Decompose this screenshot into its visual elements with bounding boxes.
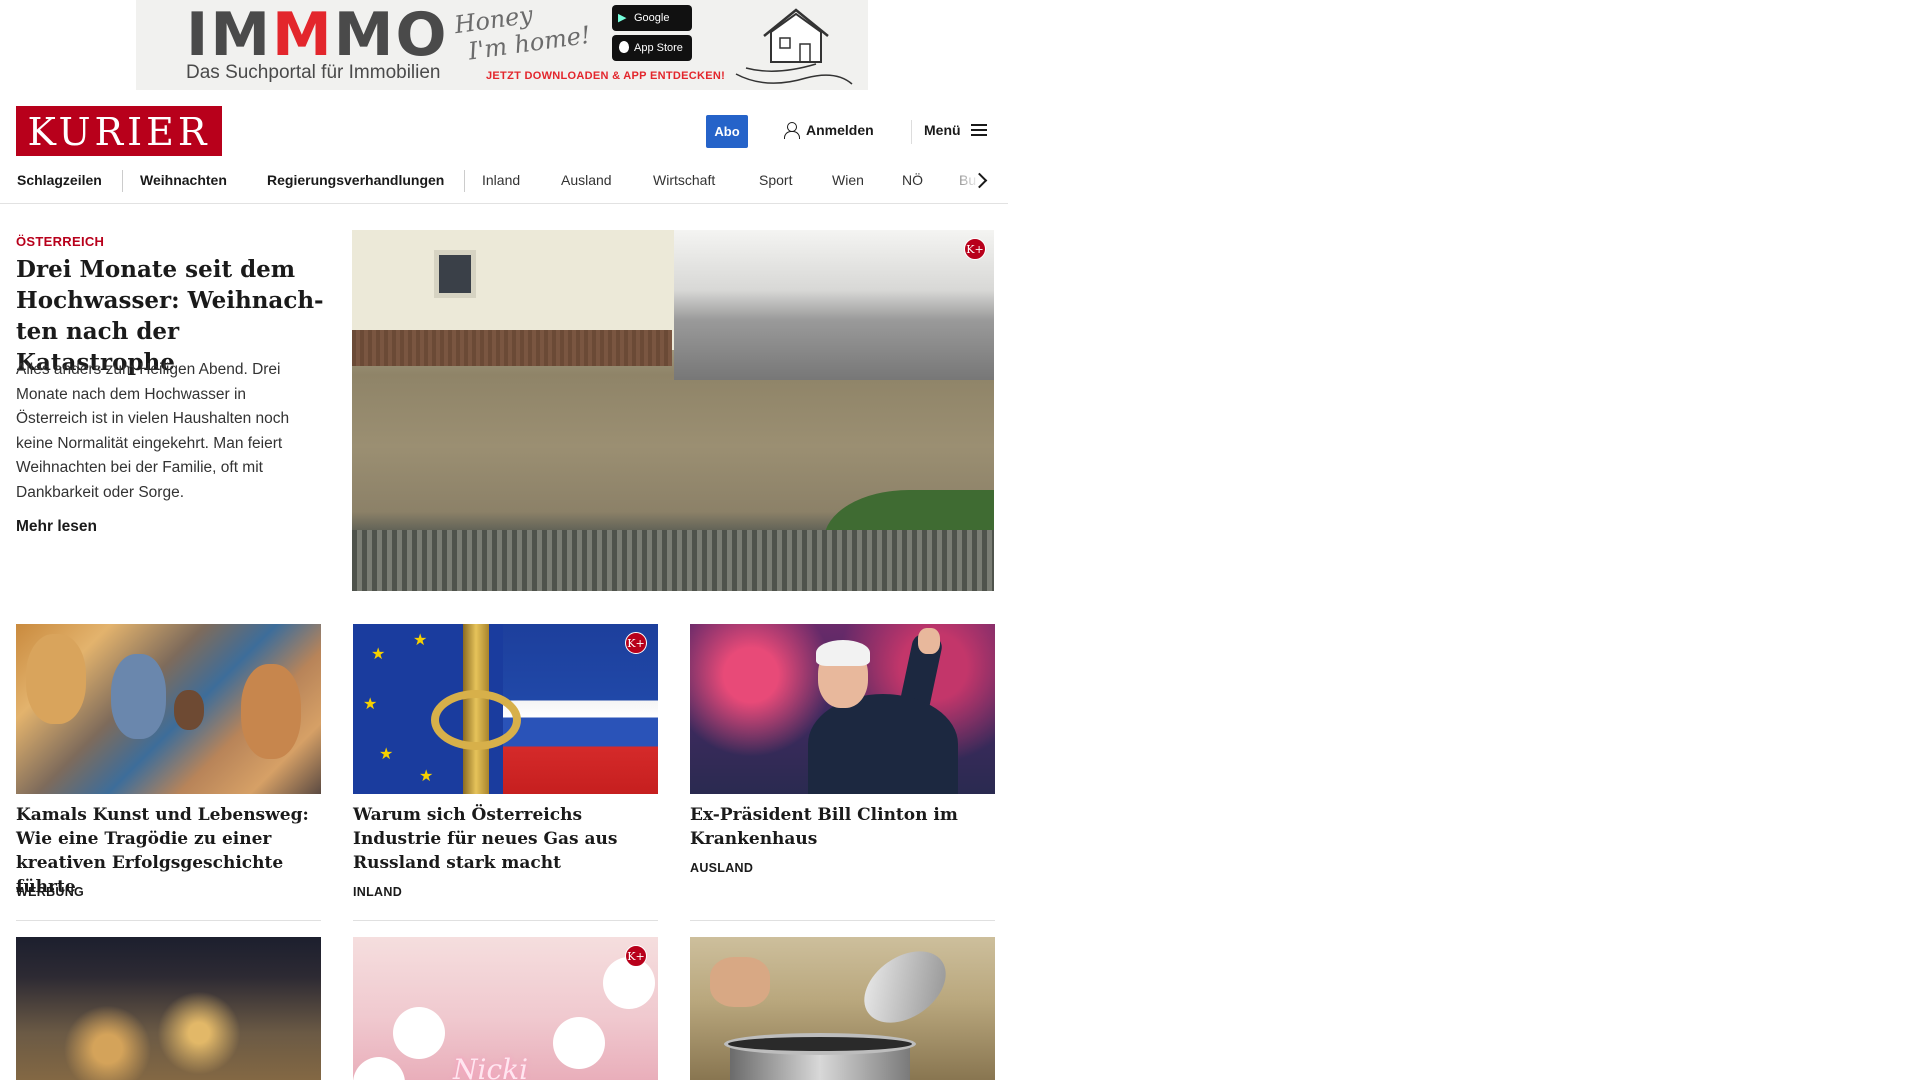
ad-cta: JETZT DOWNLOADEN & APP ENTDECKEN!: [486, 70, 726, 82]
card-image-clinton[interactable]: [690, 624, 995, 794]
nav-item-noe[interactable]: NÖ: [902, 162, 923, 203]
nav-item-sport[interactable]: Sport: [759, 162, 792, 203]
ad-tagline: Das Suchportal für Immobilien: [186, 62, 441, 83]
fence: [352, 330, 672, 366]
waving-hand: [918, 628, 940, 654]
pot-lid: [850, 937, 960, 1038]
app-store-badge[interactable]: App Store: [612, 35, 692, 61]
lead-image[interactable]: K+: [352, 230, 994, 591]
card-title[interactable]: Warum sich Österreichs Industrie für neu…: [353, 803, 658, 875]
user-icon: [784, 122, 800, 139]
card-category[interactable]: INLAND: [353, 885, 402, 899]
abo-button[interactable]: Abo: [706, 115, 748, 148]
card-image-gas[interactable]: ★ ★ ★ ★ ★ K+: [353, 624, 658, 794]
card-divider: [16, 920, 321, 921]
light-ball: [393, 1007, 445, 1059]
star-icon: ★: [371, 646, 386, 663]
artist: [174, 690, 204, 730]
nav-item-schlagzeilen[interactable]: Schlagzeilen: [17, 162, 102, 203]
kurier-plus-badge: K+: [964, 238, 986, 260]
hand: [710, 957, 770, 1007]
menu-button[interactable]: Menü: [924, 122, 987, 138]
ad-slogan: Honey I'm home!: [452, 0, 593, 66]
window: [434, 250, 476, 298]
painting-face: [26, 634, 86, 724]
login-button[interactable]: Anmelden: [784, 122, 874, 139]
painting-face: [111, 654, 166, 739]
lead-teaser: Alles anders zum Heiligen Abend. Drei Mo…: [16, 361, 290, 501]
star-icon: ★: [413, 632, 428, 649]
card-title[interactable]: Ex-Präsident Bill Clinton im Krankenhaus: [690, 803, 995, 851]
category-nav: Schlagzeilen Weihnachten Regierungsverha…: [0, 162, 1008, 204]
painting-face: [241, 664, 301, 759]
railing: [352, 530, 994, 591]
card-image-memorial[interactable]: [16, 937, 321, 1080]
hair: [816, 640, 870, 666]
card-image-kamal[interactable]: [16, 624, 321, 794]
star-icon: ★: [419, 768, 434, 785]
valve-wheel: [431, 690, 521, 750]
apple-icon: [619, 41, 629, 53]
google-play-badge[interactable]: Google Play: [612, 5, 692, 50]
read-more-link[interactable]: Mehr lesen: [16, 518, 97, 536]
kurier-logo[interactable]: KURIER: [16, 106, 222, 156]
light-ball: [553, 1017, 605, 1069]
lead-kicker[interactable]: ÖSTERREICH: [16, 234, 104, 249]
nav-separator: [464, 170, 465, 192]
kurier-plus-badge: K+: [625, 632, 647, 654]
chevron-right-icon[interactable]: [974, 172, 988, 190]
house-in-hand-icon: [735, 8, 853, 85]
hamburger-icon: [970, 124, 987, 136]
menu-label: Menü: [924, 122, 961, 138]
card-image-cooking[interactable]: [690, 937, 995, 1080]
nav-item-wirtschaft[interactable]: Wirtschaft: [653, 162, 715, 203]
ad-banner[interactable]: IMMMO Das Suchportal für Immobilien Hone…: [136, 0, 868, 90]
card-divider: [690, 920, 995, 921]
pot-rim: [724, 1033, 916, 1055]
light-ball: [353, 1057, 405, 1080]
nav-item-regierungsverhandlungen[interactable]: Regierungsverhandlungen: [267, 162, 444, 203]
neon-sign: Nicki: [453, 1053, 529, 1080]
nav-item-weihnachten[interactable]: Weihnachten: [140, 162, 227, 203]
ad-brand: IMMMO: [186, 0, 449, 70]
card-category[interactable]: WERBUNG: [16, 885, 84, 899]
suit: [808, 694, 958, 794]
card-category[interactable]: AUSLAND: [690, 861, 753, 875]
star-icon: ★: [363, 696, 378, 713]
header-divider: [911, 120, 912, 144]
nav-item-ausland[interactable]: Ausland: [561, 162, 612, 203]
star-icon: ★: [379, 746, 394, 763]
card-image-nicki[interactable]: Nicki K+: [353, 937, 658, 1080]
login-label: Anmelden: [806, 122, 874, 138]
kurier-plus-badge: K+: [625, 945, 647, 967]
card-divider: [353, 920, 658, 921]
neighbour-house: [674, 230, 994, 380]
nav-separator: [122, 170, 123, 192]
nav-item-inland[interactable]: Inland: [482, 162, 520, 203]
nav-item-wien[interactable]: Wien: [832, 162, 864, 203]
